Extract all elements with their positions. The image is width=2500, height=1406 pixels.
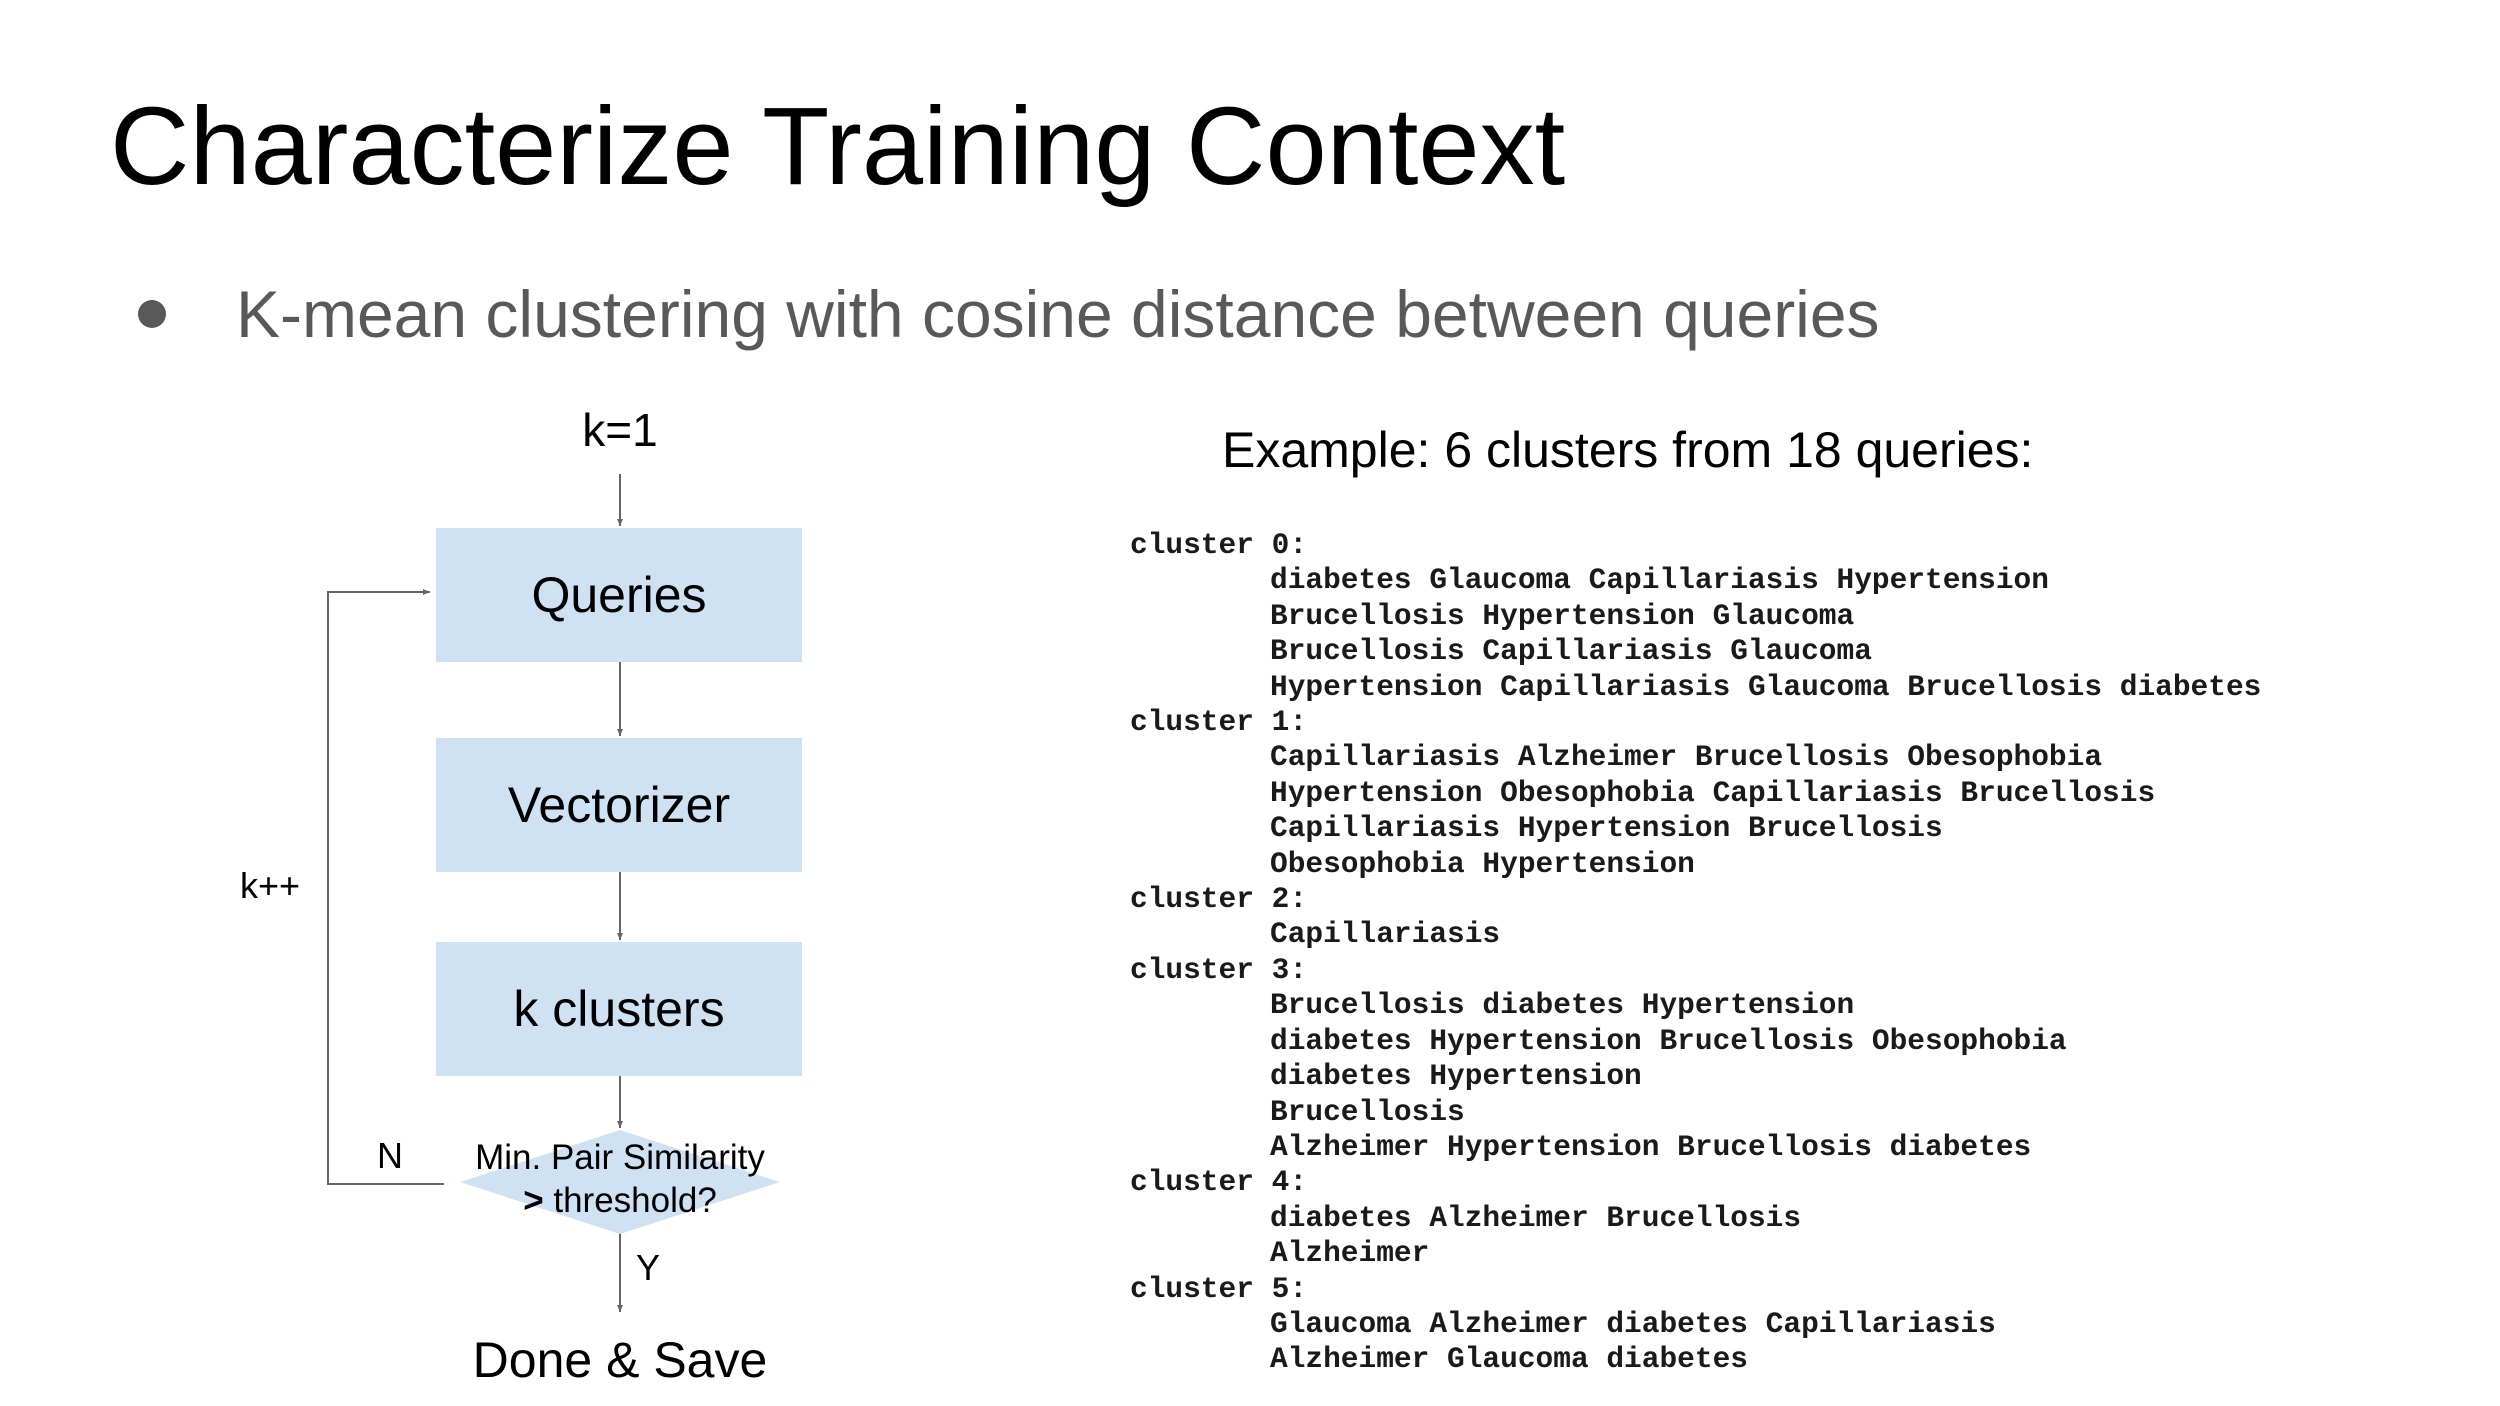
cluster-query: Brucellosis Hypertension Glaucoma: [1270, 598, 1855, 633]
decision-threshold: threshold?: [543, 1181, 717, 1220]
loop-back-connector: [327, 589, 444, 1185]
vectorizer-box: Vectorizer: [436, 738, 802, 872]
cluster-query: Hypertension Capillariasis Glaucoma Bruc…: [1270, 669, 2262, 704]
cluster-query: Capillariasis Hypertension Brucellosis: [1270, 811, 1943, 846]
loop-label: k++: [239, 865, 301, 906]
no-label: N: [377, 1135, 403, 1176]
cluster-label: cluster 1:: [1130, 705, 1308, 740]
yes-label: Y: [635, 1247, 660, 1288]
cluster-label: cluster 5:: [1130, 1271, 1308, 1306]
start-label: k=1: [582, 404, 658, 456]
cluster-query: Capillariasis: [1270, 917, 1501, 952]
cluster-query: diabetes Hypertension: [1270, 1059, 1642, 1094]
cluster-label: cluster 2:: [1130, 882, 1308, 917]
cluster-label: cluster 0:: [1130, 528, 1308, 562]
decision-label: Min. Pair Similarity > threshold?: [440, 1136, 800, 1222]
cluster-query: Alzheimer Hypertension Brucellosis diabe…: [1270, 1129, 2032, 1164]
example-heading: Example: 6 clusters from 18 queries:: [1222, 422, 2034, 478]
cluster-query: diabetes Glaucoma Capillariasis Hyperten…: [1270, 563, 2049, 598]
cluster-query: Brucellosis: [1270, 1094, 1465, 1129]
cluster-query: Hypertension Obesophobia Capillariasis B…: [1270, 775, 2156, 810]
slide: Characterize Training Context K-mean clu…: [0, 0, 2500, 1406]
cluster-query: Obesophobia Hypertension: [1270, 846, 1695, 881]
decision-label-line2: > threshold?: [440, 1179, 800, 1222]
decision-operator: >: [523, 1181, 544, 1220]
cluster-listing: cluster 0: diabetes Glaucoma Capillarias…: [1130, 528, 2261, 1378]
cluster-query: diabetes Alzheimer Brucellosis: [1270, 1200, 1802, 1235]
cluster-query: Glaucoma Alzheimer diabetes Capillariasi…: [1270, 1306, 1996, 1341]
decision-label-line1: Min. Pair Similarity: [475, 1138, 765, 1177]
k-clusters-box: k clusters: [436, 942, 802, 1076]
cluster-label: cluster 4:: [1130, 1165, 1308, 1200]
cluster-query: diabetes Hypertension Brucellosis Obesop…: [1270, 1023, 2067, 1058]
cluster-query: Alzheimer Glaucoma diabetes: [1270, 1342, 1748, 1377]
cluster-query: Alzheimer: [1270, 1236, 1430, 1271]
end-label: Done & Save: [472, 1332, 768, 1388]
cluster-query: Brucellosis Capillariasis Glaucoma: [1270, 634, 1872, 669]
cluster-label: cluster 3:: [1130, 952, 1308, 987]
cluster-query: Capillariasis Alzheimer Brucellosis Obes…: [1270, 740, 2103, 775]
queries-box: Queries: [436, 528, 802, 662]
cluster-query: Brucellosis diabetes Hypertension: [1270, 988, 1855, 1023]
